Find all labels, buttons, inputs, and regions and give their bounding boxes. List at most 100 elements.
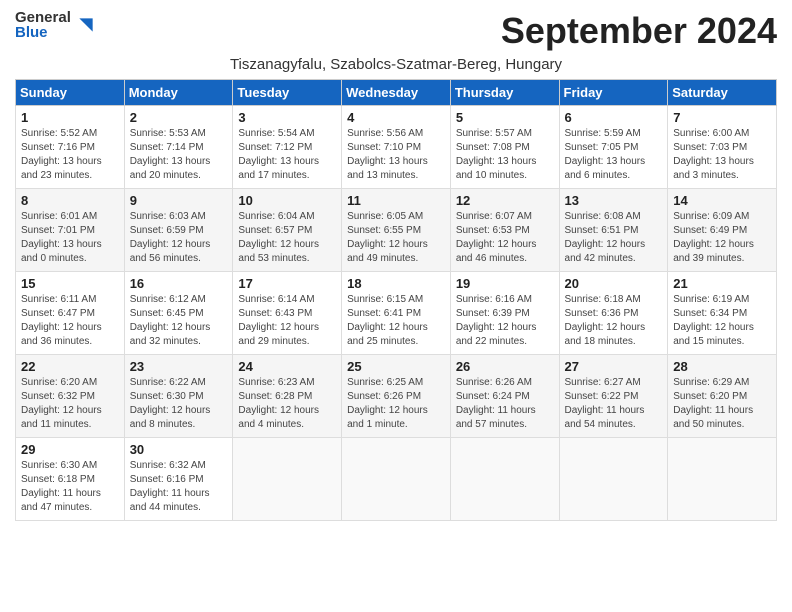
calendar-row: 15 Sunrise: 6:11 AM Sunset: 6:47 PM Dayli…	[16, 272, 777, 355]
day-info: Sunrise: 6:20 AM Sunset: 6:32 PM Dayligh…	[21, 376, 119, 432]
calendar-row: 8 Sunrise: 6:01 AM Sunset: 7:01 PM Daylig…	[16, 189, 777, 272]
table-row: 9Sunrise: 6:03 AM Sunset: 6:59 PM Daylig…	[124, 189, 233, 272]
day-info: Sunrise: 6:29 AM Sunset: 6:20 PM Dayligh…	[673, 376, 771, 432]
day-info: Sunrise: 6:00 AM Sunset: 7:03 PM Dayligh…	[673, 127, 771, 183]
calendar-row: 29 Sunrise: 6:30 AM Sunset: 6:18 PM Dayli…	[16, 438, 777, 521]
day-number: 23	[130, 359, 228, 374]
calendar-row: 1Sunrise: 5:52 AM Sunset: 7:16 PM Daylig…	[16, 106, 777, 189]
table-row	[233, 438, 342, 521]
month-year-title: September 2024	[501, 10, 777, 52]
table-row: 15 Sunrise: 6:11 AM Sunset: 6:47 PM Dayli…	[16, 272, 125, 355]
table-row: 1Sunrise: 5:52 AM Sunset: 7:16 PM Daylig…	[16, 106, 125, 189]
table-row: 7Sunrise: 6:00 AM Sunset: 7:03 PM Daylig…	[668, 106, 777, 189]
day-info: Sunrise: 5:57 AM Sunset: 7:08 PM Dayligh…	[456, 127, 554, 183]
day-info: Sunrise: 6:25 AM Sunset: 6:26 PM Dayligh…	[347, 376, 445, 432]
day-info: Sunrise: 6:18 AM Sunset: 6:36 PM Dayligh…	[565, 293, 663, 349]
day-info: Sunrise: 6:30 AM Sunset: 6:18 PM Dayligh…	[21, 459, 119, 515]
day-info: Sunrise: 6:16 AM Sunset: 6:39 PM Dayligh…	[456, 293, 554, 349]
page-header: General Blue September 2024	[15, 10, 777, 52]
table-row	[668, 438, 777, 521]
day-info: Sunrise: 6:23 AM Sunset: 6:28 PM Dayligh…	[238, 376, 336, 432]
day-number: 24	[238, 359, 336, 374]
day-number: 14	[673, 193, 771, 208]
day-number: 5	[456, 110, 554, 125]
table-row: 5 Sunrise: 5:57 AM Sunset: 7:08 PM Daylig…	[450, 106, 559, 189]
day-number: 21	[673, 276, 771, 291]
day-info: Sunrise: 6:01 AM Sunset: 7:01 PM Dayligh…	[21, 210, 119, 266]
logo-blue-text: Blue	[15, 25, 71, 40]
table-row: 3 Sunrise: 5:54 AM Sunset: 7:12 PM Daylig…	[233, 106, 342, 189]
day-info: Sunrise: 6:11 AM Sunset: 6:47 PM Dayligh…	[21, 293, 119, 349]
table-row: 8 Sunrise: 6:01 AM Sunset: 7:01 PM Daylig…	[16, 189, 125, 272]
table-row	[559, 438, 668, 521]
day-number: 17	[238, 276, 336, 291]
day-number: 11	[347, 193, 445, 208]
table-row: 4Sunrise: 5:56 AM Sunset: 7:10 PM Daylig…	[342, 106, 451, 189]
day-info: Sunrise: 6:26 AM Sunset: 6:24 PM Dayligh…	[456, 376, 554, 432]
table-row: 10 Sunrise: 6:04 AM Sunset: 6:57 PM Dayli…	[233, 189, 342, 272]
day-number: 6	[565, 110, 663, 125]
day-number: 30	[130, 442, 228, 457]
logo-icon	[76, 15, 96, 35]
weekday-header-row: Sunday Monday Tuesday Wednesday Thursday…	[16, 80, 777, 106]
table-row: 2 Sunrise: 5:53 AM Sunset: 7:14 PM Daylig…	[124, 106, 233, 189]
day-info: Sunrise: 5:53 AM Sunset: 7:14 PM Dayligh…	[130, 127, 228, 183]
day-info: Sunrise: 5:52 AM Sunset: 7:16 PM Dayligh…	[21, 127, 119, 183]
table-row: 14 Sunrise: 6:09 AM Sunset: 6:49 PM Dayli…	[668, 189, 777, 272]
day-number: 13	[565, 193, 663, 208]
table-row: 24 Sunrise: 6:23 AM Sunset: 6:28 PM Dayli…	[233, 355, 342, 438]
table-row: 11 Sunrise: 6:05 AM Sunset: 6:55 PM Dayli…	[342, 189, 451, 272]
table-row: 19Sunrise: 6:16 AM Sunset: 6:39 PM Dayli…	[450, 272, 559, 355]
table-row: 25 Sunrise: 6:25 AM Sunset: 6:26 PM Dayli…	[342, 355, 451, 438]
day-info: Sunrise: 6:03 AM Sunset: 6:59 PM Dayligh…	[130, 210, 228, 266]
location-subtitle: Tiszanagyfalu, Szabolcs-Szatmar-Bereg, H…	[15, 56, 777, 73]
table-row: 30 Sunrise: 6:32 AM Sunset: 6:16 PM Dayli…	[124, 438, 233, 521]
table-row: 16Sunrise: 6:12 AM Sunset: 6:45 PM Dayli…	[124, 272, 233, 355]
day-info: Sunrise: 6:14 AM Sunset: 6:43 PM Dayligh…	[238, 293, 336, 349]
day-number: 15	[21, 276, 119, 291]
day-info: Sunrise: 6:22 AM Sunset: 6:30 PM Dayligh…	[130, 376, 228, 432]
day-info: Sunrise: 6:04 AM Sunset: 6:57 PM Dayligh…	[238, 210, 336, 266]
day-info: Sunrise: 6:27 AM Sunset: 6:22 PM Dayligh…	[565, 376, 663, 432]
day-number: 26	[456, 359, 554, 374]
table-row: 13Sunrise: 6:08 AM Sunset: 6:51 PM Dayli…	[559, 189, 668, 272]
day-info: Sunrise: 5:54 AM Sunset: 7:12 PM Dayligh…	[238, 127, 336, 183]
day-info: Sunrise: 6:15 AM Sunset: 6:41 PM Dayligh…	[347, 293, 445, 349]
calendar-row: 22 Sunrise: 6:20 AM Sunset: 6:32 PM Dayli…	[16, 355, 777, 438]
day-info: Sunrise: 6:09 AM Sunset: 6:49 PM Dayligh…	[673, 210, 771, 266]
table-row: 29 Sunrise: 6:30 AM Sunset: 6:18 PM Dayli…	[16, 438, 125, 521]
logo-general-text: General	[15, 10, 71, 25]
day-number: 29	[21, 442, 119, 457]
header-wednesday: Wednesday	[342, 80, 451, 106]
table-row: 22 Sunrise: 6:20 AM Sunset: 6:32 PM Dayli…	[16, 355, 125, 438]
header-thursday: Thursday	[450, 80, 559, 106]
table-row: 6 Sunrise: 5:59 AM Sunset: 7:05 PM Daylig…	[559, 106, 668, 189]
day-number: 18	[347, 276, 445, 291]
table-row: 12 Sunrise: 6:07 AM Sunset: 6:53 PM Dayli…	[450, 189, 559, 272]
day-number: 2	[130, 110, 228, 125]
table-row: 21 Sunrise: 6:19 AM Sunset: 6:34 PM Dayli…	[668, 272, 777, 355]
table-row: 17 Sunrise: 6:14 AM Sunset: 6:43 PM Dayli…	[233, 272, 342, 355]
header-saturday: Saturday	[668, 80, 777, 106]
day-info: Sunrise: 5:56 AM Sunset: 7:10 PM Dayligh…	[347, 127, 445, 183]
table-row	[450, 438, 559, 521]
day-info: Sunrise: 6:05 AM Sunset: 6:55 PM Dayligh…	[347, 210, 445, 266]
day-number: 22	[21, 359, 119, 374]
day-info: Sunrise: 6:07 AM Sunset: 6:53 PM Dayligh…	[456, 210, 554, 266]
day-number: 28	[673, 359, 771, 374]
day-number: 12	[456, 193, 554, 208]
table-row: 28 Sunrise: 6:29 AM Sunset: 6:20 PM Dayli…	[668, 355, 777, 438]
logo: General Blue	[15, 10, 96, 40]
day-info: Sunrise: 6:32 AM Sunset: 6:16 PM Dayligh…	[130, 459, 228, 515]
day-info: Sunrise: 6:19 AM Sunset: 6:34 PM Dayligh…	[673, 293, 771, 349]
day-number: 25	[347, 359, 445, 374]
day-number: 3	[238, 110, 336, 125]
day-number: 8	[21, 193, 119, 208]
table-row	[342, 438, 451, 521]
calendar-table: Sunday Monday Tuesday Wednesday Thursday…	[15, 79, 777, 521]
day-number: 27	[565, 359, 663, 374]
header-sunday: Sunday	[16, 80, 125, 106]
day-info: Sunrise: 5:59 AM Sunset: 7:05 PM Dayligh…	[565, 127, 663, 183]
table-row: 23 Sunrise: 6:22 AM Sunset: 6:30 PM Dayli…	[124, 355, 233, 438]
day-number: 10	[238, 193, 336, 208]
